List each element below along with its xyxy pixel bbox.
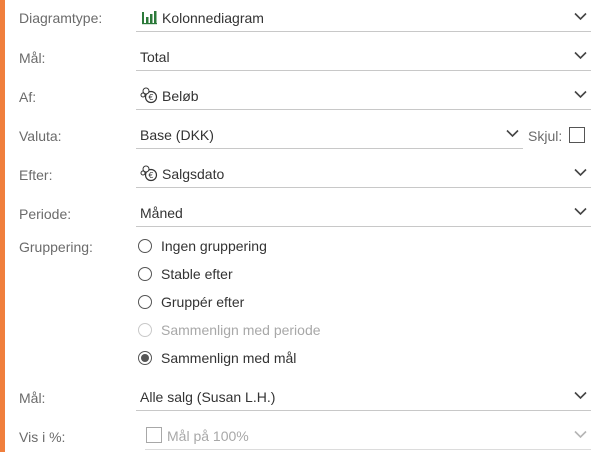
valuta-select[interactable]: Base (DKK) <box>136 120 523 149</box>
maal-100-checkbox <box>146 427 162 443</box>
efter-value: Salgsdato <box>162 166 225 182</box>
chevron-down-icon <box>574 391 587 400</box>
skjul-label: Skjul: <box>528 128 563 144</box>
maal2-label: Mål: <box>19 390 46 406</box>
diagramtype-select[interactable]: Kolonnediagram <box>136 3 591 32</box>
radio-label: Ingen gruppering <box>161 238 267 254</box>
diagramtype-label: Diagramtype: <box>19 10 103 26</box>
skjul-checkbox[interactable] <box>569 127 585 143</box>
diagramtype-row: Diagramtype: Kolonnediagram <box>0 0 603 39</box>
af-value: Beløb <box>162 88 199 104</box>
coins-icon: € <box>140 165 158 182</box>
maal2-row: Mål: Alle salg (Susan L.H.) <box>0 379 603 418</box>
periode-select[interactable]: Måned <box>136 198 591 227</box>
maal-row: Mål: Total <box>0 39 603 78</box>
radio-label: Sammenlign med mål <box>161 350 297 366</box>
radio-label: Sammenlign med periode <box>161 322 321 338</box>
chevron-down-icon <box>574 168 587 177</box>
valuta-row: Valuta: Base (DKK) Skjul: <box>0 117 603 156</box>
bar-chart-icon <box>142 11 157 25</box>
af-label: Af: <box>19 89 37 105</box>
efter-row: Efter: € Salgsdato <box>0 156 603 195</box>
efter-select[interactable]: € Salgsdato <box>136 159 591 188</box>
radio-label: Gruppér efter <box>161 294 245 310</box>
vis-pct-row: Vis i %: Mål på 100% <box>0 418 603 452</box>
vis-pct-label: Vis i %: <box>19 429 66 445</box>
vis-pct-select: Mål på 100% <box>145 421 591 450</box>
radio-circle <box>138 323 152 337</box>
maal2-select[interactable]: Alle salg (Susan L.H.) <box>136 382 591 411</box>
maal-value: Total <box>140 49 170 65</box>
chevron-down-icon <box>574 51 587 60</box>
chevron-down-icon <box>574 207 587 216</box>
maal-label: Mål: <box>19 50 46 66</box>
radio-label: Stable efter <box>161 266 233 282</box>
svg-text:€: € <box>148 93 153 102</box>
radio-circle[interactable] <box>138 239 152 253</box>
maal2-value: Alle salg (Susan L.H.) <box>140 389 276 405</box>
chevron-down-icon <box>574 12 587 21</box>
af-select[interactable]: € Beløb <box>136 81 591 110</box>
af-row: Af: € Beløb <box>0 78 603 117</box>
valuta-label: Valuta: <box>19 128 62 144</box>
coins-icon: € <box>140 87 158 104</box>
chevron-down-icon <box>506 129 519 138</box>
chevron-down-icon <box>574 90 587 99</box>
diagramtype-value: Kolonnediagram <box>162 10 264 26</box>
efter-label: Efter: <box>19 167 53 183</box>
svg-text:€: € <box>148 171 153 180</box>
maal-100-label: Mål på 100% <box>167 428 249 444</box>
periode-label: Periode: <box>19 206 72 222</box>
periode-row: Periode: Måned <box>0 195 603 234</box>
maal-select[interactable]: Total <box>136 42 591 71</box>
chevron-down-icon <box>574 430 587 439</box>
radio-circle[interactable] <box>138 295 152 309</box>
gruppering-label: Gruppering: <box>19 239 93 255</box>
radio-circle[interactable] <box>138 267 152 281</box>
periode-value: Måned <box>140 205 183 221</box>
valuta-value: Base (DKK) <box>140 127 214 143</box>
radio-circle-selected[interactable] <box>138 351 152 365</box>
